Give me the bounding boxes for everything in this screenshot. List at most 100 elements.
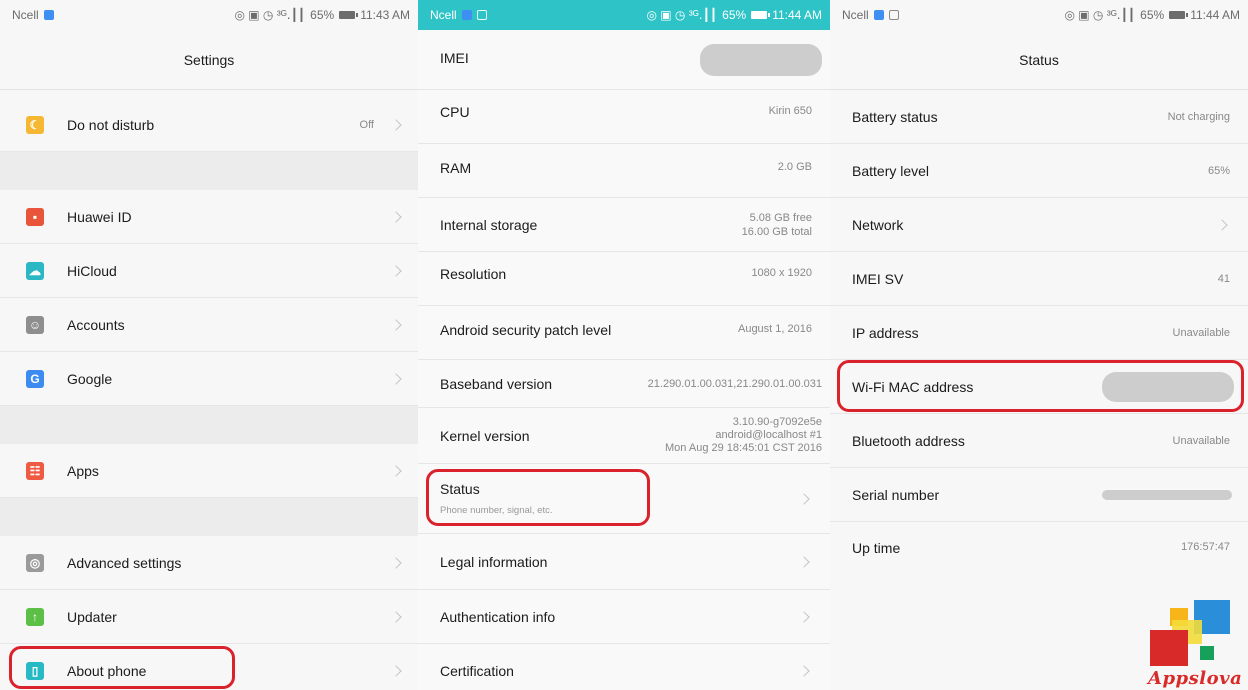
- chevron-right-icon: [798, 492, 810, 505]
- status-item-up-time: Up time 176:57:47: [830, 522, 1248, 578]
- about-item-resolution: Resolution 1080 x 1920: [418, 252, 830, 306]
- carrier-label: Ncell: [12, 8, 39, 22]
- section-divider: [0, 406, 418, 444]
- status-item-label: Up time: [852, 540, 901, 556]
- about-item-label: Android security patch level: [440, 322, 612, 338]
- storage-total: 16.00 GB total: [741, 225, 812, 238]
- settings-item-hicloud[interactable]: ☁ HiCloud: [0, 244, 418, 298]
- appslova-logo: Appslova: [1148, 590, 1246, 690]
- kernel-line-1: 3.10.90-g7092e5e: [732, 416, 822, 428]
- battery-icon: [339, 11, 359, 19]
- status-indicators: ◎ ▣ ◷ ³ᴳ․┃┃: [1064, 8, 1136, 22]
- carrier-label: Ncell: [842, 8, 869, 22]
- status-item-label: Bluetooth address: [852, 432, 965, 449]
- status-item-label: Serial number: [852, 486, 940, 503]
- status-item-ip-address: IP address Unavailable: [830, 306, 1248, 360]
- kernel-line-3: Mon Aug 29 18:45:01 CST 2016: [665, 442, 822, 454]
- about-item-label: Authentication info: [440, 608, 556, 625]
- status-item-value: 65%: [1207, 164, 1230, 177]
- chevron-right-icon: [390, 318, 402, 331]
- status-bar: Ncell ◎ ▣ ◷ ³ᴳ․┃┃ 65% 11:43 AM: [0, 0, 418, 30]
- about-item-security-patch: Android security patch level August 1, 2…: [418, 306, 830, 360]
- settings-item-accounts[interactable]: ☺ Accounts: [0, 298, 418, 352]
- chevron-right-icon: [390, 210, 402, 223]
- kernel-line-2: android@localhost #1: [715, 429, 822, 441]
- status-item-network[interactable]: Network: [830, 198, 1248, 252]
- settings-item-label: Do not disturb: [67, 116, 155, 133]
- three-phone-screenshots: Ncell ◎ ▣ ◷ ³ᴳ․┃┃ 65% 11:43 AM Settings ☾ …: [0, 0, 1248, 690]
- status-item-imei-sv: IMEI SV 41: [830, 252, 1248, 306]
- google-icon: G: [26, 369, 44, 388]
- status-item-value: Unavailable: [1172, 434, 1230, 447]
- chevron-right-icon: [390, 556, 402, 569]
- settings-screen: Ncell ◎ ▣ ◷ ³ᴳ․┃┃ 65% 11:43 AM Settings ☾ …: [0, 0, 418, 690]
- watermark-text: Appslova: [1148, 668, 1243, 689]
- about-item-imei: IMEI: [418, 30, 830, 90]
- about-item-value: 3.10.90-g7092e5e android@localhost #1 Mon …: [665, 416, 822, 455]
- about-item-legal-information[interactable]: Legal information: [418, 534, 830, 590]
- settings-item-huawei-id[interactable]: ▪ Huawei ID: [0, 190, 418, 244]
- settings-item-google[interactable]: G Google: [0, 352, 418, 406]
- highlight-status: [426, 469, 650, 526]
- about-item-label: Certification: [440, 663, 514, 679]
- storage-free: 5.08 GB free: [749, 211, 812, 224]
- about-item-internal-storage: Internal storage 5.08 GB free 16.00 GB to…: [418, 198, 830, 252]
- about-item-value: 5.08 GB free 16.00 GB total: [742, 211, 812, 239]
- image-notification-icon: [476, 10, 487, 20]
- status-bar: Ncell ◎ ▣ ◷ ³ᴳ․┃┃ 65% 11:44 AM: [830, 0, 1248, 30]
- settings-item-label: Accounts: [67, 316, 125, 333]
- cloud-icon: ☁: [26, 261, 44, 280]
- status-item-label: IMEI SV: [852, 270, 904, 287]
- update-arrow-icon: ↑: [26, 607, 44, 626]
- clock: 11:43 AM: [360, 8, 410, 22]
- about-item-cpu: CPU Kirin 650: [418, 90, 830, 144]
- about-item-label: Resolution: [440, 266, 507, 282]
- status-item-label: IP address: [852, 324, 919, 341]
- notification-icon: [43, 10, 54, 20]
- about-item-authentication-info[interactable]: Authentication info: [418, 590, 830, 644]
- settings-item-advanced-settings[interactable]: ◎ Advanced settings: [0, 536, 418, 590]
- account-icon: ☺: [26, 315, 44, 334]
- status-indicators: ◎ ▣ ◷ ³ᴳ․┃┃: [646, 8, 718, 22]
- settings-item-label: Updater: [67, 608, 117, 625]
- about-item-value: August 1, 2016: [737, 323, 812, 335]
- battery-percent: 65%: [310, 8, 335, 22]
- battery-percent: 65%: [722, 8, 747, 22]
- settings-item-apps[interactable]: ☷ Apps: [0, 444, 418, 498]
- settings-item-label: Huawei ID: [67, 208, 132, 225]
- carrier-label: Ncell: [430, 8, 457, 22]
- chevron-right-icon: [798, 665, 810, 677]
- chevron-right-icon: [798, 610, 810, 623]
- status-item-serial-number: Serial number: [830, 468, 1248, 522]
- about-item-label: Baseband version: [440, 375, 553, 392]
- settings-item-label: Apps: [67, 462, 99, 479]
- chevron-right-icon: [390, 665, 402, 677]
- settings-item-label: HiCloud: [67, 262, 117, 279]
- about-item-certification[interactable]: Certification: [418, 644, 830, 690]
- about-item-label: CPU: [440, 104, 470, 120]
- about-item-ram: RAM 2.0 GB: [418, 144, 830, 198]
- redacted-value: [700, 43, 822, 76]
- battery-icon: [751, 11, 771, 19]
- huawei-id-icon: ▪: [26, 207, 44, 226]
- page-title: Status: [830, 30, 1248, 90]
- notification-icon: [873, 10, 884, 20]
- gear-icon: ◎: [26, 553, 44, 572]
- settings-item-label: Google: [67, 370, 113, 387]
- settings-item-updater[interactable]: ↑ Updater: [0, 590, 418, 644]
- about-item-label: Internal storage: [440, 216, 538, 233]
- section-divider: [0, 498, 418, 536]
- status-screen: Ncell ◎ ▣ ◷ ³ᴳ․┃┃ 65% 11:44 AM Status Batt…: [830, 0, 1248, 690]
- status-item-battery-status: Battery status Not charging: [830, 90, 1248, 144]
- highlight-wifi-mac: [837, 360, 1244, 412]
- chevron-right-icon: [390, 610, 402, 623]
- about-item-value: 1080 x 1920: [751, 267, 812, 279]
- status-item-value: Not charging: [1167, 110, 1230, 123]
- settings-item-do-not-disturb[interactable]: ☾ Do not disturb Off: [0, 98, 418, 152]
- chevron-right-icon: [390, 464, 402, 477]
- settings-item-value: Off: [359, 118, 374, 131]
- status-item-label: Battery status: [852, 108, 938, 125]
- clock: 11:44 AM: [1190, 8, 1240, 22]
- about-item-label: Kernel version: [440, 427, 530, 444]
- about-item-value: 2.0 GB: [777, 161, 812, 173]
